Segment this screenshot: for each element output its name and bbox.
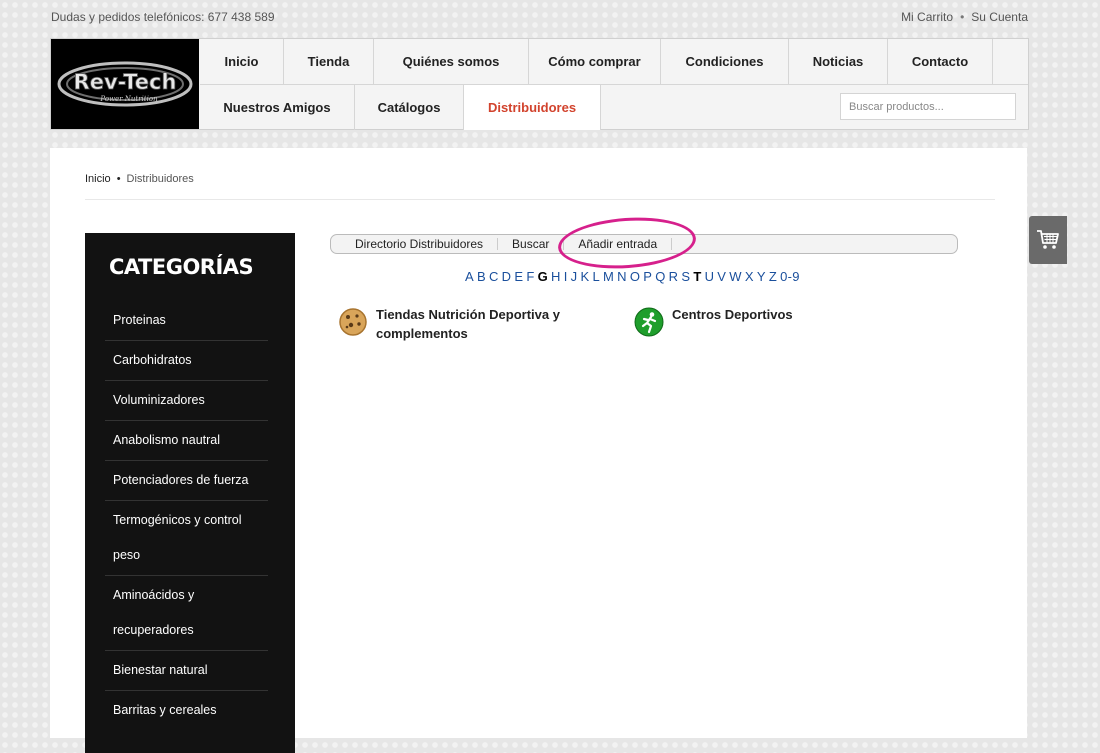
sidebar-item-potenciadores[interactable]: Potenciadores de fuerza (105, 461, 268, 501)
letter-link[interactable]: E (514, 269, 523, 284)
category-label[interactable]: Tiendas Nutrición Deportiva y complement… (376, 305, 576, 343)
main-content: Inicio • Distribuidores CATEGORÍAS Protein… (50, 148, 1027, 753)
runner-icon (634, 307, 664, 337)
breadcrumb-current: Distribuidores (126, 173, 194, 185)
letter-link[interactable]: J (571, 269, 578, 284)
alphabet-filter: A B C D E F G H I J K L M N O P Q R S T U V W X Y Z 0-9 (465, 269, 803, 284)
tab-directorio[interactable]: Directorio Distribuidores (341, 238, 499, 250)
breadcrumb-home[interactable]: Inicio (85, 173, 111, 185)
letter-link[interactable]: F (526, 269, 534, 284)
floating-cart-button[interactable] (1029, 216, 1067, 264)
categories-sidebar: CATEGORÍAS Proteinas Carbohidratos Volum… (85, 233, 295, 753)
phone-info: Dudas y pedidos telefónicos: 677 438 589 (51, 10, 275, 24)
directory-tabs: Directorio Distribuidores Buscar Añadir … (330, 234, 958, 254)
sidebar-item-aminoacidos[interactable]: Aminoácidos y recuperadores (105, 576, 268, 651)
account-links: Mi Carrito • Su Cuenta (901, 10, 1028, 24)
sidebar-item-barritas[interactable]: Barritas y cereales (105, 691, 268, 730)
nav-quienes-somos[interactable]: Quiénes somos (374, 39, 529, 84)
nav-catalogos[interactable]: Catálogos (355, 85, 464, 130)
logo-text: Rev-Tech (74, 70, 177, 94)
letter-link[interactable]: D (502, 269, 512, 284)
sidebar-item-proteinas[interactable]: Proteinas (105, 301, 268, 341)
breadcrumb: Inicio • Distribuidores (85, 173, 194, 185)
sidebar-title: CATEGORÍAS (109, 255, 254, 279)
letter-link[interactable]: Y (757, 269, 766, 284)
main-nav-row-1: Inicio Tienda Quiénes somos Cómo comprar… (200, 39, 1028, 85)
nav-nuestros-amigos[interactable]: Nuestros Amigos (200, 85, 355, 130)
directory-category-tiendas[interactable]: Tiendas Nutrición Deportiva y complement… (338, 307, 576, 343)
nav-noticias[interactable]: Noticias (789, 39, 888, 84)
cookie-icon (338, 307, 368, 337)
sidebar-item-termogenicos[interactable]: Termogénicos y control peso (105, 501, 268, 576)
letter-link[interactable]: T (693, 269, 701, 284)
nav-distribuidores[interactable]: Distribuidores (464, 85, 601, 130)
letter-link[interactable]: U (705, 269, 715, 284)
sidebar-item-anabolismo[interactable]: Anabolismo nautral (105, 421, 268, 461)
letter-link[interactable]: C (489, 269, 499, 284)
letter-link[interactable]: O (630, 269, 640, 284)
letter-link[interactable]: B (477, 269, 486, 284)
nav-como-comprar[interactable]: Cómo comprar (529, 39, 661, 84)
directory-category-centros[interactable]: Centros Deportivos (634, 307, 793, 337)
letter-link[interactable]: 0-9 (780, 269, 800, 284)
nav-contacto[interactable]: Contacto (888, 39, 993, 84)
letter-link[interactable]: K (580, 269, 589, 284)
letter-link[interactable]: V (717, 269, 726, 284)
account-separator: • (960, 10, 965, 24)
letter-link[interactable]: I (564, 269, 568, 284)
letter-link[interactable]: M (603, 269, 614, 284)
cart-icon (1037, 230, 1059, 249)
my-account-link[interactable]: Su Cuenta (971, 10, 1028, 24)
rev-tech-logo-icon: Rev-Tech Power Nutrition (57, 61, 193, 107)
letter-link[interactable]: R (669, 269, 679, 284)
letter-link[interactable]: Z (769, 269, 777, 284)
tab-buscar[interactable]: Buscar (498, 238, 565, 250)
category-list: Proteinas Carbohidratos Voluminizadores … (105, 301, 268, 730)
breadcrumb-separator: • (116, 173, 121, 185)
letter-link[interactable]: A (465, 269, 474, 284)
main-nav-row-2: Nuestros Amigos Catálogos Distribuidores (200, 85, 601, 130)
top-bar: Dudas y pedidos telefónicos: 677 438 589… (0, 0, 1100, 36)
letter-link[interactable]: P (643, 269, 652, 284)
letter-link[interactable]: X (745, 269, 754, 284)
logo-subtext: Power Nutrition (99, 95, 158, 103)
site-header: Rev-Tech Power Nutrition Inicio Tienda Q… (50, 38, 1029, 130)
sidebar-item-carbohidratos[interactable]: Carbohidratos (105, 341, 268, 381)
letter-link[interactable]: Q (655, 269, 665, 284)
my-cart-link[interactable]: Mi Carrito (901, 10, 953, 24)
site-logo[interactable]: Rev-Tech Power Nutrition (51, 39, 199, 129)
nav-tienda[interactable]: Tienda (284, 39, 374, 84)
tab-anadir-entrada[interactable]: Añadir entrada (564, 238, 673, 250)
letter-link[interactable]: L (592, 269, 600, 284)
letter-link[interactable]: S (681, 269, 690, 284)
search-input[interactable] (840, 93, 1016, 120)
nav-condiciones[interactable]: Condiciones (661, 39, 789, 84)
sidebar-item-voluminizadores[interactable]: Voluminizadores (105, 381, 268, 421)
letter-link[interactable]: G (538, 269, 548, 284)
letter-link[interactable]: H (551, 269, 561, 284)
nav-inicio[interactable]: Inicio (200, 39, 284, 84)
sidebar-item-bienestar[interactable]: Bienestar natural (105, 651, 268, 691)
divider (85, 199, 995, 200)
letter-link[interactable]: W (729, 269, 742, 284)
category-label[interactable]: Centros Deportivos (672, 305, 793, 337)
letter-link[interactable]: N (617, 269, 627, 284)
